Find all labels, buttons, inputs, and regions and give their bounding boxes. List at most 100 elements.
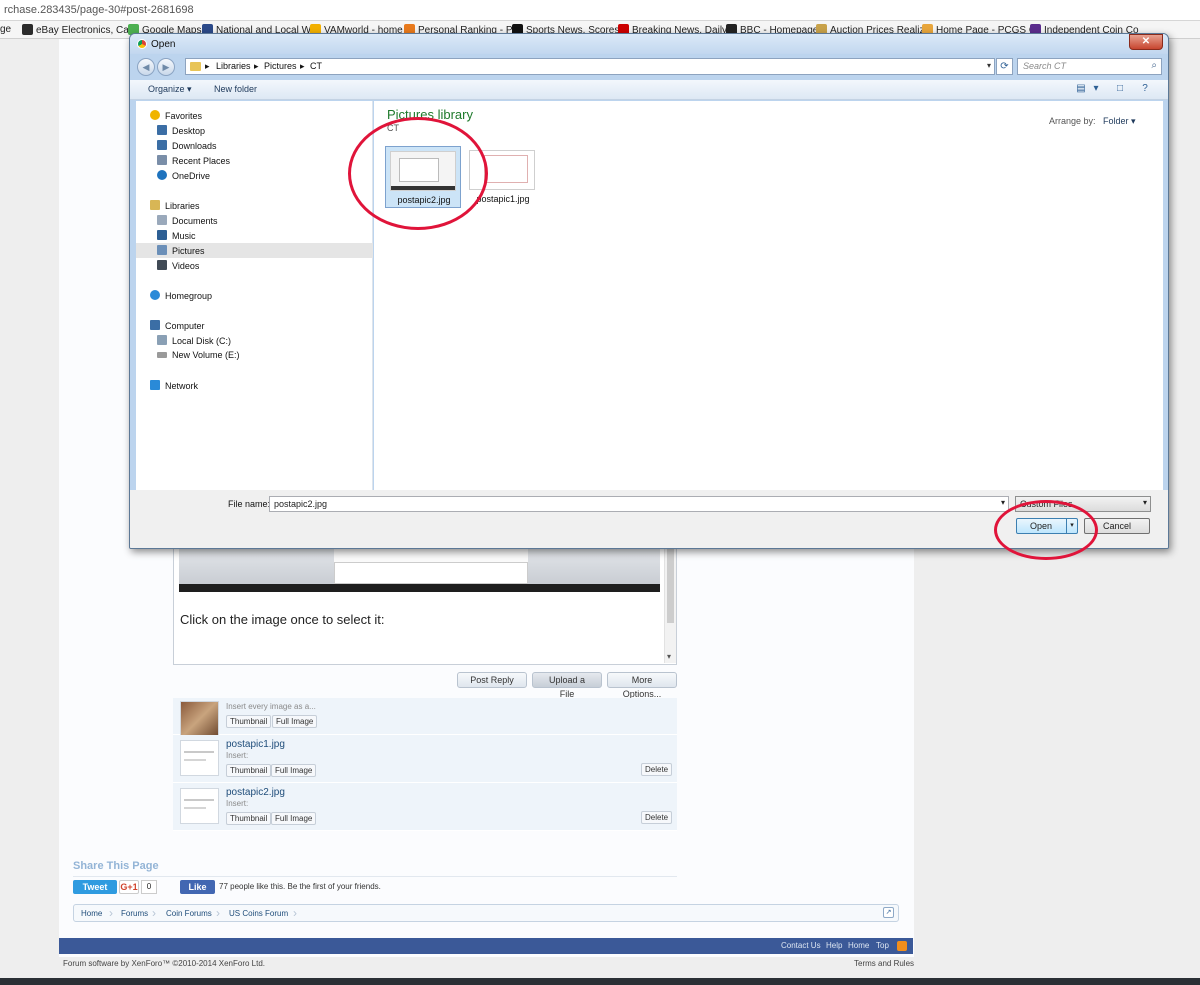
insert-full-image-button[interactable]: Full Image bbox=[271, 764, 317, 777]
dialog-title: Open bbox=[151, 39, 176, 50]
insert-label: Insert: bbox=[226, 799, 249, 808]
facebook-like-button[interactable]: Like bbox=[180, 880, 215, 894]
music-icon bbox=[157, 230, 167, 240]
delete-attachment-button[interactable]: Delete bbox=[641, 763, 673, 776]
downloads-icon bbox=[157, 140, 167, 150]
chevron-down-icon[interactable]: ▾ bbox=[1001, 498, 1005, 507]
nav-pictures[interactable]: Pictures bbox=[157, 245, 205, 256]
help-icon[interactable]: ? bbox=[1139, 83, 1151, 95]
breadcrumb-forums[interactable]: Forums bbox=[121, 909, 148, 918]
folder-icon bbox=[190, 62, 201, 71]
nav-music[interactable]: Music bbox=[157, 230, 196, 241]
breadcrumb-us-coins-forum[interactable]: US Coins Forum bbox=[229, 909, 288, 918]
delete-attachment-button[interactable]: Delete bbox=[641, 811, 673, 824]
attachment-name[interactable]: postapic1.jpg bbox=[226, 739, 285, 750]
new-folder-button[interactable]: New folder bbox=[214, 84, 257, 94]
terms-link[interactable]: Terms and Rules bbox=[854, 959, 914, 968]
insert-every-label: Insert every image as a... bbox=[226, 702, 316, 711]
breadcrumb-separator-icon: › bbox=[293, 906, 297, 920]
organize-button[interactable]: Organize ▾ bbox=[148, 84, 192, 95]
back-arrow-icon[interactable]: ◀ bbox=[137, 58, 155, 76]
bookmark-item[interactable]: ge bbox=[0, 24, 11, 35]
refresh-icon[interactable]: ⟳ bbox=[996, 58, 1013, 75]
bookmark-item[interactable]: eBay Electronics, Car bbox=[22, 24, 132, 36]
chrome-icon bbox=[137, 39, 147, 49]
chevron-down-icon[interactable]: ▾ bbox=[1143, 498, 1147, 507]
navigation-row: ◀ ▶ ▸ Libraries ▸ Pictures ▸ CT ▾ ⟳ Sear… bbox=[130, 54, 1168, 80]
path-pictures[interactable]: Pictures bbox=[264, 61, 297, 71]
path-ct[interactable]: CT bbox=[310, 61, 322, 71]
address-bar[interactable]: rchase.283435/page-30#post-2681698 bbox=[0, 0, 1200, 21]
nav-new-volume[interactable]: New Volume (E:) bbox=[157, 350, 240, 360]
view-options-icon[interactable]: ▤ bbox=[1075, 83, 1087, 95]
nav-onedrive[interactable]: OneDrive bbox=[157, 170, 210, 181]
breadcrumb-separator-icon: ▸ bbox=[254, 61, 259, 71]
nav-documents[interactable]: Documents bbox=[157, 215, 218, 226]
preview-pane-icon[interactable]: □ bbox=[1114, 83, 1126, 95]
insert-thumbnail-button[interactable]: Thumbnail bbox=[226, 812, 272, 825]
nav-favorites[interactable]: Favorites bbox=[150, 110, 202, 121]
file-name-label: File name: bbox=[228, 499, 271, 509]
attachment-name[interactable]: postapic2.jpg bbox=[226, 787, 285, 798]
attachment-row: postapic2.jpg Insert: Thumbnail Full Ima… bbox=[173, 783, 677, 831]
footer-contact-link[interactable]: Contact Us bbox=[781, 941, 821, 950]
insert-full-image-button[interactable]: Full Image bbox=[271, 812, 317, 825]
scrollbar-thumb[interactable] bbox=[667, 547, 674, 623]
google-plus-button[interactable]: G+1 bbox=[119, 880, 139, 894]
file-list-pane: Pictures library CT Arrange by: Folder ▾… bbox=[374, 101, 1163, 490]
nav-recent-places[interactable]: Recent Places bbox=[157, 155, 230, 166]
forward-arrow-icon[interactable]: ▶ bbox=[157, 58, 175, 76]
star-icon bbox=[150, 110, 160, 120]
insert-thumbnail-button[interactable]: Thumbnail bbox=[226, 764, 272, 777]
search-input[interactable]: Search CT ⌕ bbox=[1017, 58, 1162, 75]
dialog-titlebar[interactable]: Open ✕ bbox=[130, 34, 1168, 54]
attachment-thumbnail[interactable] bbox=[180, 788, 219, 824]
chevron-down-icon[interactable]: ▾ bbox=[987, 61, 991, 70]
nav-libraries[interactable]: Libraries bbox=[150, 200, 200, 211]
jump-to-icon[interactable]: ↗ bbox=[883, 907, 894, 918]
screenshot-part bbox=[334, 562, 528, 584]
nav-desktop[interactable]: Desktop bbox=[157, 125, 205, 136]
nav-downloads[interactable]: Downloads bbox=[157, 140, 217, 151]
search-icon[interactable]: ⌕ bbox=[1151, 60, 1157, 71]
upload-file-button[interactable]: Upload a File bbox=[532, 672, 602, 699]
breadcrumb-separator-icon: ▸ bbox=[205, 61, 210, 71]
post-reply-button[interactable]: Post Reply bbox=[457, 672, 527, 688]
breadcrumb-coin-forums[interactable]: Coin Forums bbox=[166, 909, 212, 918]
insert-all-thumbnail-button[interactable]: Thumbnail bbox=[226, 715, 272, 728]
nav-videos[interactable]: Videos bbox=[157, 260, 199, 271]
breadcrumb-home[interactable]: Home bbox=[81, 909, 102, 918]
nav-network[interactable]: Network bbox=[150, 380, 198, 391]
rss-icon[interactable] bbox=[897, 941, 907, 951]
nav-computer[interactable]: Computer bbox=[150, 320, 205, 331]
file-name-input[interactable]: postapic2.jpg ▾ bbox=[269, 496, 1009, 512]
share-page-heading: Share This Page bbox=[73, 860, 159, 872]
breadcrumb-separator-icon: ▸ bbox=[300, 61, 305, 71]
nav-local-disk[interactable]: Local Disk (C:) bbox=[157, 335, 231, 346]
annotation-circle-file bbox=[348, 117, 488, 230]
libraries-icon bbox=[150, 200, 160, 210]
search-placeholder: Search CT bbox=[1023, 61, 1067, 71]
attachments-panel: Insert every image as a... Thumbnail Ful… bbox=[173, 698, 677, 832]
more-options-button[interactable]: More Options... bbox=[607, 672, 677, 699]
arrange-by-dropdown[interactable]: Folder ▾ bbox=[1103, 116, 1136, 126]
pictures-icon bbox=[157, 245, 167, 255]
file-name-value: postapic2.jpg bbox=[274, 499, 328, 509]
footer-top-link[interactable]: Top bbox=[876, 941, 889, 950]
chevron-down-icon[interactable]: ▾ bbox=[1090, 83, 1102, 95]
scroll-down-arrow-icon[interactable]: ▾ bbox=[667, 652, 671, 661]
insert-all-full-image-button[interactable]: Full Image bbox=[272, 715, 318, 728]
close-button[interactable]: ✕ bbox=[1129, 34, 1163, 50]
dialog-address-bar[interactable]: ▸ Libraries ▸ Pictures ▸ CT ▾ bbox=[185, 58, 995, 75]
nav-homegroup[interactable]: Homegroup bbox=[150, 290, 212, 301]
attachment-thumbnail[interactable] bbox=[180, 740, 219, 776]
recent-places-icon bbox=[157, 155, 167, 165]
disk-icon bbox=[157, 352, 167, 358]
bookmark-favicon-icon bbox=[22, 24, 33, 35]
arrange-by-label: Arrange by: bbox=[1049, 116, 1096, 126]
footer-help-link[interactable]: Help bbox=[826, 941, 842, 950]
tweet-button[interactable]: Tweet bbox=[73, 880, 117, 894]
editor-scrollbar[interactable]: ▾ bbox=[664, 541, 676, 663]
path-libraries[interactable]: Libraries bbox=[216, 61, 251, 71]
footer-home-link[interactable]: Home bbox=[848, 941, 869, 950]
